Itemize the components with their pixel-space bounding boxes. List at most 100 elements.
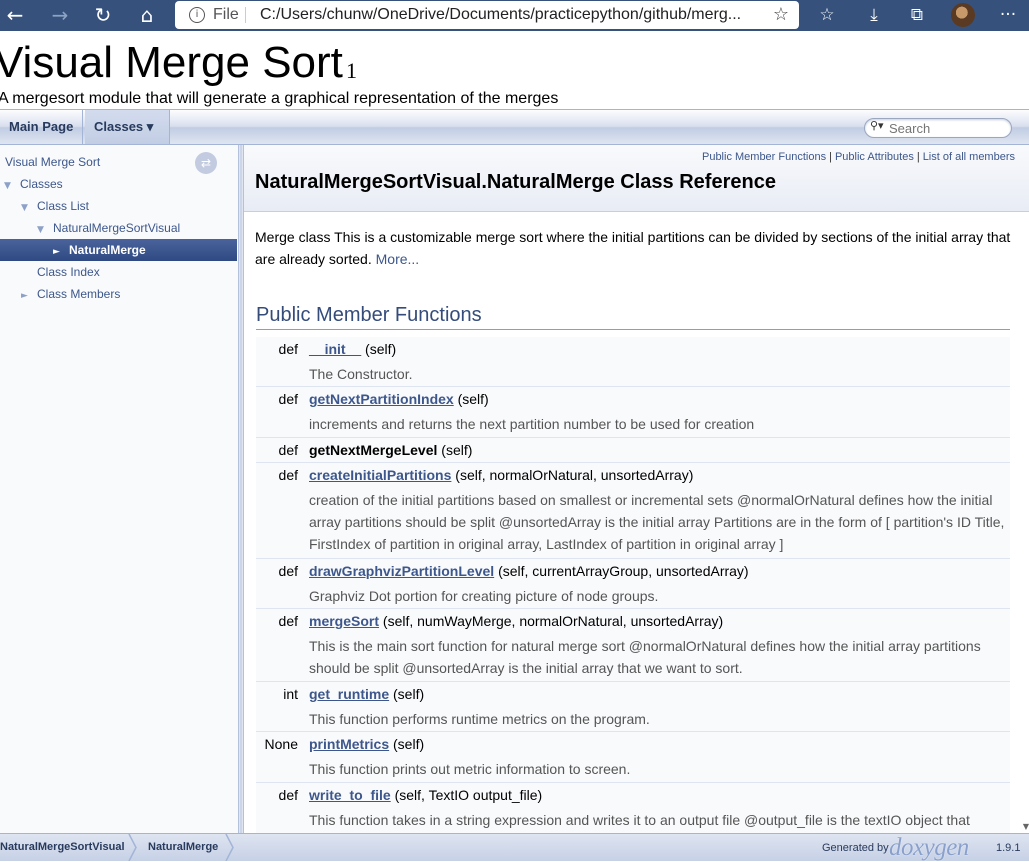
member-args: (self) — [365, 341, 397, 357]
nav-label: NaturalMerge — [69, 243, 146, 257]
member-type: int — [283, 686, 298, 702]
class-brief: Merge class This is a customizable merge… — [255, 226, 1017, 270]
divider — [245, 7, 246, 23]
collections-icon[interactable]: ⧉ — [905, 3, 929, 27]
table-row: int get_runtime (self) This function per… — [256, 682, 1010, 732]
browser-toolbar: ← → ↻ ⌂ i File C:/Users/chunw/OneDrive/D… — [0, 0, 1029, 31]
member-args: (self) — [457, 391, 489, 407]
member-signature: __init__ (self) — [309, 341, 396, 357]
favorites-icon[interactable]: ☆ — [815, 3, 839, 27]
nav-label: Classes — [20, 177, 63, 191]
table-row: def write_to_file (self, TextIO output_f… — [256, 783, 1010, 833]
expand-icon[interactable]: ► — [53, 241, 69, 263]
search-icon[interactable]: ⚲▾ — [870, 119, 884, 132]
section-title: Public Member Functions — [256, 304, 1010, 330]
page-title: NaturalMergeSortVisual.NaturalMerge Clas… — [255, 171, 776, 193]
member-desc: Graphviz Dot portion for creating pictur… — [309, 588, 659, 604]
doxygen-logo[interactable]: doxygen — [889, 834, 969, 862]
member-type: None — [264, 736, 298, 752]
member-signature: write_to_file (self, TextIO output_file) — [309, 787, 542, 803]
link-all-members[interactable]: List of all members — [923, 151, 1015, 163]
collapse-icon[interactable]: ▼ — [21, 197, 37, 219]
nav-item-class-members[interactable]: ► Class Members — [21, 283, 120, 305]
member-desc: This function takes in a string expressi… — [309, 812, 970, 828]
breadcrumb-separator-icon — [225, 834, 234, 861]
scrollbar[interactable]: ▼ — [1021, 145, 1029, 833]
nav-path: NaturalMergeSortVisual NaturalMerge Gene… — [0, 833, 1029, 861]
member-link[interactable]: createInitialPartitions — [309, 467, 451, 483]
member-signature: getNextPartitionIndex (self) — [309, 391, 489, 407]
breadcrumb-naturalmerge[interactable]: NaturalMerge — [148, 834, 218, 861]
nav-item-naturalmerge[interactable]: ► NaturalMerge — [53, 239, 146, 261]
nav-item-class-index[interactable]: Class Index — [37, 261, 100, 283]
table-row: def drawGraphvizPartitionLevel (self, cu… — [256, 559, 1010, 609]
add-favorite-icon[interactable]: ☆ — [773, 4, 789, 25]
more-link[interactable]: More... — [376, 251, 420, 267]
member-signature: drawGraphvizPartitionLevel (self, curren… — [309, 563, 749, 579]
generated-by-label: Generated by — [822, 842, 889, 854]
info-icon[interactable]: i — [189, 7, 205, 23]
project-number: 1 — [346, 58, 357, 83]
table-row: def __init__ (self) The Constructor. — [256, 337, 1010, 387]
profile-avatar[interactable] — [951, 3, 975, 27]
title-area: Visual Merge Sort 1 A mergesort module t… — [0, 31, 1029, 109]
member-link[interactable]: get_runtime — [309, 686, 389, 702]
collapse-icon[interactable]: ▼ — [4, 175, 20, 197]
nav-item-naturalmergesortvisual[interactable]: ▼ NaturalMergeSortVisual — [37, 217, 180, 239]
table-row: def createInitialPartitions (self, norma… — [256, 463, 1010, 559]
reload-icon[interactable]: ↻ — [90, 2, 116, 28]
member-link[interactable]: write_to_file — [309, 787, 391, 803]
member-desc: creation of the initial partitions based… — [309, 492, 1005, 552]
member-args: (self) — [393, 686, 425, 702]
nav-item-class-list[interactable]: ▼ Class List — [21, 195, 89, 217]
member-desc: The Constructor. — [309, 366, 413, 382]
link-public-attributes[interactable]: Public Attributes — [835, 151, 914, 163]
nav-item-visual-merge-sort[interactable]: Visual Merge Sort — [5, 151, 100, 173]
url-text[interactable]: C:/Users/chunw/OneDrive/Documents/practi… — [260, 6, 741, 24]
member-link[interactable]: __init__ — [309, 341, 361, 357]
member-type: def — [278, 563, 298, 579]
main-nav-tabs: Main Page Classes ▾ ⚲▾ — [0, 109, 1029, 145]
member-link[interactable]: getNextPartitionIndex — [309, 391, 454, 407]
tab-main-page[interactable]: Main Page — [0, 110, 84, 144]
breadcrumb-naturalmergesortvisual[interactable]: NaturalMergeSortVisual — [0, 834, 125, 861]
table-row: def mergeSort (self, numWayMerge, normal… — [256, 609, 1010, 682]
expand-icon[interactable]: ► — [21, 285, 37, 307]
home-icon[interactable]: ⌂ — [134, 2, 160, 28]
member-desc: increments and returns the next partitio… — [309, 416, 755, 432]
member-link[interactable]: drawGraphvizPartitionLevel — [309, 563, 494, 579]
search-input[interactable] — [889, 120, 999, 136]
member-type: def — [278, 787, 298, 803]
back-icon[interactable]: ← — [2, 2, 28, 28]
member-name: getNextMergeLevel — [309, 442, 438, 458]
project-brief: A mergesort module that will generate a … — [0, 90, 559, 107]
table-row: def getNextMergeLevel (self) — [256, 438, 1010, 463]
member-signature: mergeSort (self, numWayMerge, normalOrNa… — [309, 613, 723, 629]
member-type: def — [278, 391, 298, 407]
forward-icon[interactable]: → — [47, 2, 73, 28]
tab-classes[interactable]: Classes ▾ — [85, 110, 170, 144]
member-args: (self, numWayMerge, normalOrNatural, uns… — [382, 613, 724, 629]
doc-header: Public Member Functions | Public Attribute… — [244, 145, 1029, 212]
scroll-down-icon[interactable]: ▼ — [1023, 822, 1029, 831]
member-type: def — [278, 341, 298, 357]
member-desc: This function prints out metric informat… — [309, 761, 631, 777]
downloads-icon[interactable]: ⤓ — [862, 3, 886, 27]
more-icon[interactable]: ··· — [996, 3, 1020, 27]
member-link[interactable]: mergeSort — [309, 613, 379, 629]
member-args: (self, TextIO output_file) — [394, 787, 543, 803]
member-type: def — [278, 467, 298, 483]
member-type: def — [278, 442, 298, 458]
member-desc: This is the main sort function for natur… — [309, 638, 981, 676]
member-signature: get_runtime (self) — [309, 686, 424, 702]
member-signature: printMetrics (self) — [309, 736, 424, 752]
table-row: def getNextPartitionIndex (self) increme… — [256, 387, 1010, 438]
address-bar[interactable]: i File C:/Users/chunw/OneDrive/Documents… — [175, 1, 799, 29]
link-public-member-functions[interactable]: Public Member Functions — [702, 151, 826, 163]
member-link[interactable]: printMetrics — [309, 736, 389, 752]
member-args: (self, normalOrNatural, unsortedArray) — [455, 467, 694, 483]
nav-item-classes[interactable]: ▼ Classes — [4, 173, 63, 195]
collapse-icon[interactable]: ▼ — [37, 219, 53, 241]
search-box[interactable]: ⚲▾ — [864, 118, 1012, 138]
sync-icon[interactable]: ⇄ — [195, 152, 217, 174]
